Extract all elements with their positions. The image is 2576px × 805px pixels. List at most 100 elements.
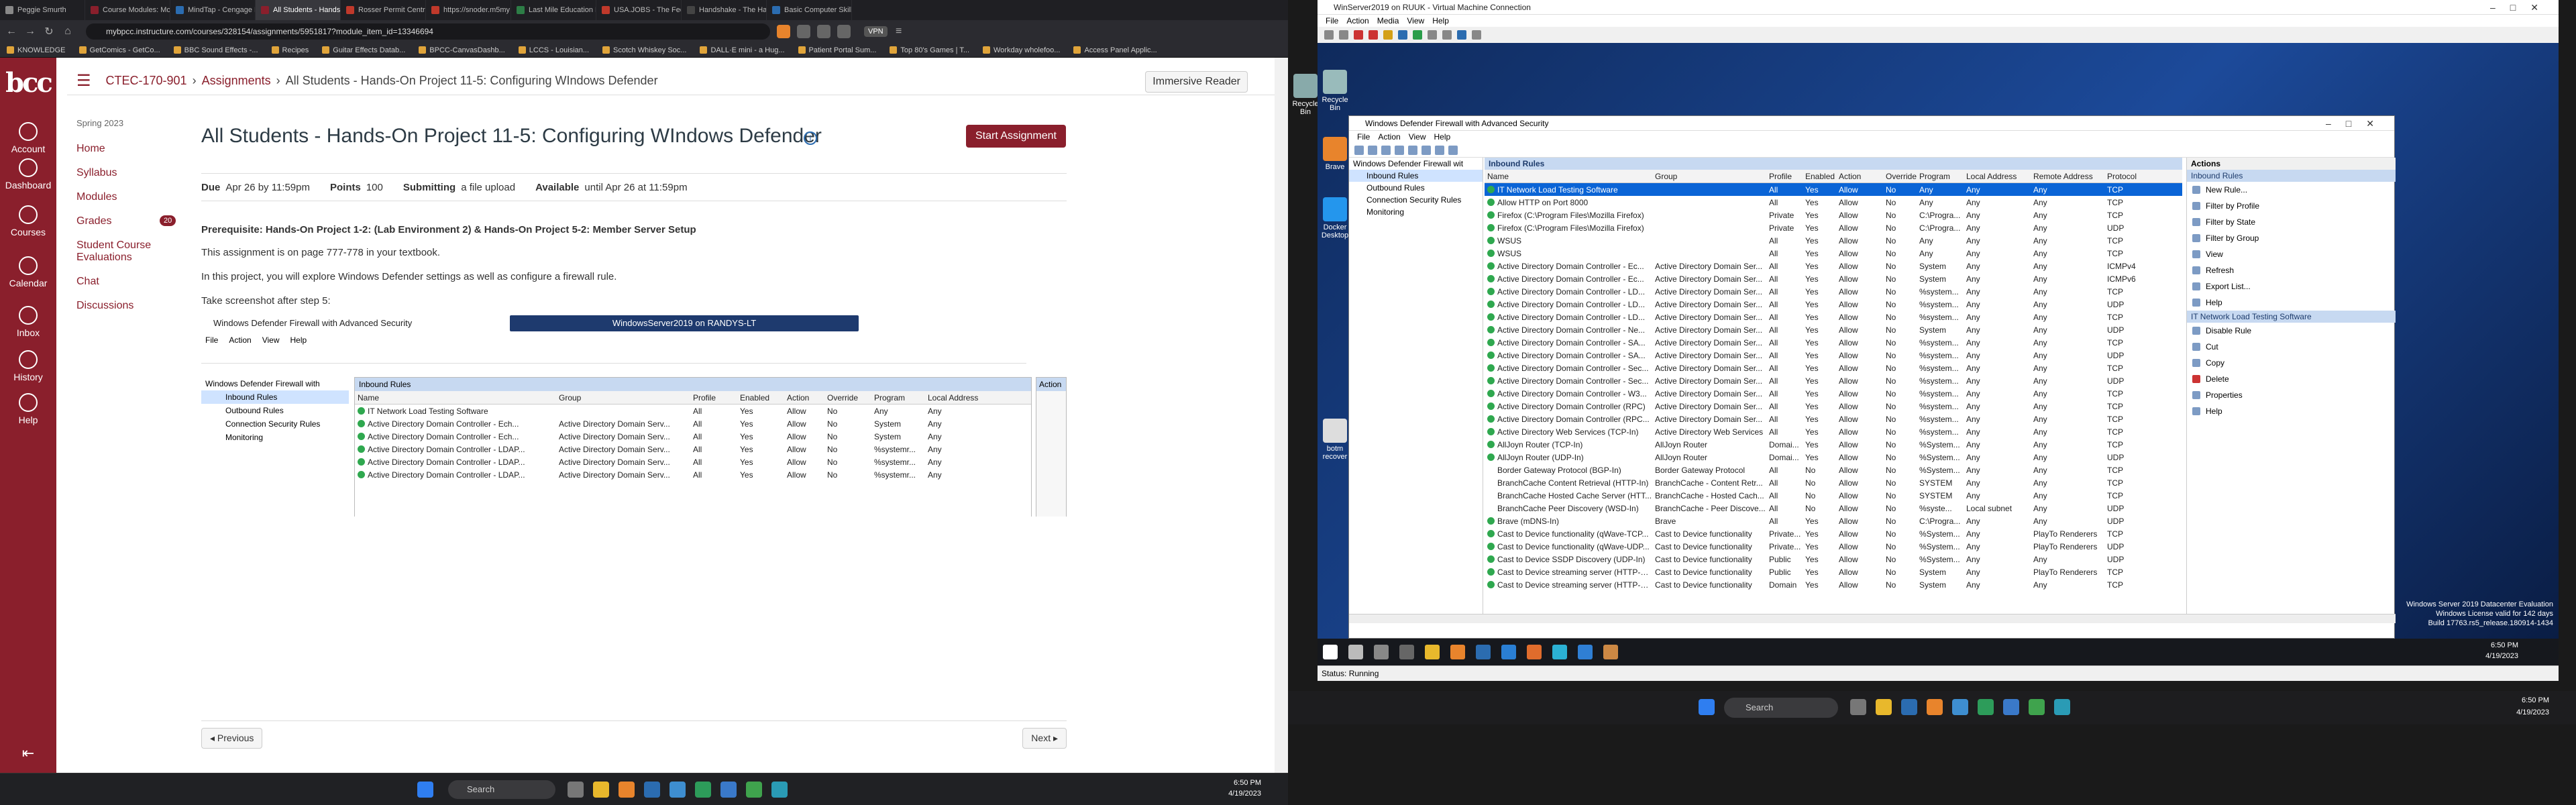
column-header[interactable]: Profile — [690, 393, 737, 402]
turn-off-icon[interactable] — [1354, 30, 1363, 40]
action-item[interactable]: Properties — [2187, 387, 2396, 403]
table-row[interactable]: Active Directory Domain Controller - Sec… — [1485, 374, 2182, 387]
actions-section-inbound[interactable]: Inbound Rules — [2187, 170, 2396, 182]
table-row[interactable]: BranchCache Hosted Cache Server (HTT... B… — [1485, 489, 2182, 502]
action-item[interactable]: Disable Rule — [2187, 323, 2396, 339]
file-explorer-icon[interactable] — [1876, 699, 1892, 715]
action-item[interactable]: View — [2187, 246, 2396, 262]
table-row[interactable]: AllJoyn Router (UDP-In) AllJoyn Router Dom… — [1485, 451, 2182, 464]
task-view-icon[interactable] — [1850, 699, 1866, 715]
guest-search-icon[interactable] — [1348, 645, 1363, 659]
bookmark-item[interactable]: Guitar Effects Datab... — [322, 46, 405, 54]
global-nav-help[interactable]: Help — [0, 393, 56, 425]
app-icon-1[interactable] — [1978, 699, 1994, 715]
table-row[interactable]: Active Directory Domain Controller - LDA… — [355, 443, 1031, 455]
vm-menu-item[interactable]: Media — [1377, 16, 1399, 25]
vpn-button[interactable]: VPN — [864, 26, 888, 37]
browser-tab[interactable]: Handshake - The Handsh — [682, 0, 767, 20]
bookmark-item[interactable]: Access Panel Applic... — [1073, 46, 1157, 54]
home-icon[interactable]: ⌂ — [60, 25, 75, 38]
bookmark-item[interactable]: Top 80's Games | T... — [890, 46, 969, 54]
taskbar-search[interactable]: Search — [448, 780, 555, 799]
show-hide-tree-icon[interactable] — [1395, 145, 1404, 155]
vm-menu-item[interactable]: Action — [1346, 16, 1368, 25]
guest-clock-time[interactable]: 6:50 PM — [2491, 641, 2518, 649]
action-item[interactable]: Filter by Group — [2187, 230, 2396, 246]
column-header[interactable]: Name — [1485, 172, 1652, 181]
course-nav-chat[interactable]: Chat — [76, 276, 191, 288]
embedded-menu-item[interactable]: View — [262, 335, 280, 345]
guest-brave-icon[interactable] — [1450, 645, 1465, 659]
global-nav-inbox[interactable]: Inbox — [0, 306, 56, 338]
firewall-menu-item[interactable]: View — [1409, 132, 1426, 142]
column-header[interactable]: Protocol — [2104, 172, 2145, 181]
column-header[interactable]: Action — [1836, 172, 1883, 181]
vm-menu-item[interactable]: Help — [1432, 16, 1449, 25]
table-row[interactable]: Active Directory Domain Controller - Ech… — [355, 430, 1031, 443]
action-item[interactable]: Copy — [2187, 355, 2396, 371]
table-row[interactable]: Active Directory Domain Controller (RPC.… — [1485, 413, 2182, 425]
reset-icon[interactable] — [1413, 30, 1422, 40]
browser-tab[interactable]: Rosser Permit Centr — [341, 0, 426, 20]
table-row[interactable]: Brave (mDNS-In) Brave All Yes Allow No C:\Prog… — [1485, 515, 2182, 527]
table-row[interactable]: Cast to Device functionality (qWave-UDP.… — [1485, 540, 2182, 553]
file-explorer-icon[interactable] — [593, 782, 609, 798]
next-button[interactable]: Next ▸ — [1022, 728, 1067, 749]
outlook-icon[interactable] — [1901, 699, 1917, 715]
bookmark-item[interactable]: Workday wholefoo... — [983, 46, 1060, 54]
tree-item[interactable]: Monitoring — [1349, 206, 1483, 218]
action-item[interactable]: Help — [2187, 403, 2396, 419]
bookmark-item[interactable]: BPCC-CanvasDashb... — [419, 46, 505, 54]
table-row[interactable]: BranchCache Content Retrieval (HTTP-In) B… — [1485, 476, 2182, 489]
table-row[interactable]: Active Directory Domain Controller - SA.… — [1485, 349, 2182, 362]
horizontal-scrollbar[interactable] — [1349, 614, 2396, 623]
table-row[interactable]: Cast to Device functionality (qWave-TCP.… — [1485, 527, 2182, 540]
bookmark-item[interactable]: Scotch Whiskey Soc... — [602, 46, 686, 54]
action-item[interactable]: Cut — [2187, 339, 2396, 355]
browser-tab[interactable]: MindTap - Cengage Lea — [170, 0, 256, 20]
breadcrumb-course[interactable]: CTEC-170-901 — [106, 74, 187, 88]
column-header[interactable]: Override — [1883, 172, 1917, 181]
bookmark-item[interactable]: Recipes — [271, 46, 309, 54]
column-header[interactable]: Profile — [1766, 172, 1803, 181]
guest-server-manager-icon[interactable] — [1476, 645, 1491, 659]
start-icon[interactable] — [417, 782, 433, 798]
forward-icon[interactable] — [1368, 145, 1377, 155]
brave-taskbar-icon[interactable] — [619, 782, 635, 798]
embedded-tree-item[interactable]: Windows Defender Firewall with — [201, 377, 349, 390]
menu-icon[interactable]: ≡ — [892, 25, 906, 38]
vm-menu-item[interactable]: File — [1326, 16, 1338, 25]
bookmark-item[interactable]: DALL·E mini - a Hug... — [700, 46, 785, 54]
bookmark-item[interactable]: GetComics - GetCo... — [78, 46, 160, 54]
column-header[interactable]: Program — [871, 393, 925, 402]
app-icon-4[interactable] — [2054, 699, 2070, 715]
guest-app-icon-4[interactable] — [1578, 645, 1593, 659]
brave-shield-icon[interactable] — [777, 25, 790, 38]
breadcrumb-assignments[interactable]: Assignments — [202, 74, 271, 88]
course-nav-evaluations[interactable]: Student Course Evaluations — [76, 239, 191, 264]
brave-taskbar-icon[interactable] — [1927, 699, 1943, 715]
column-header[interactable]: Action — [784, 393, 824, 402]
collapse-nav-icon[interactable]: ⇤ — [0, 745, 56, 762]
global-nav-dashboard[interactable]: Dashboard — [0, 158, 56, 191]
embedded-tree-item[interactable]: Inbound Rules — [201, 390, 349, 404]
guest-recycle-bin[interactable]: Recycle Bin — [1318, 70, 1352, 112]
guest-firewall-taskbar-icon[interactable] — [1603, 645, 1618, 659]
checkpoint-icon[interactable] — [1428, 30, 1437, 40]
action-item[interactable]: Export List... — [2187, 278, 2396, 294]
table-row[interactable]: Active Directory Domain Controller - W3.… — [1485, 387, 2182, 400]
course-nav-discussions[interactable]: Discussions — [76, 300, 191, 312]
guest-botm[interactable]: botm recover — [1318, 419, 1352, 461]
share-icon[interactable] — [1472, 30, 1481, 40]
embedded-menu-item[interactable]: Help — [290, 335, 307, 345]
global-nav-account[interactable]: Account — [0, 122, 56, 154]
global-nav-courses[interactable]: Courses — [0, 205, 56, 237]
action-item[interactable]: Filter by Profile — [2187, 198, 2396, 214]
guest-start-icon[interactable] — [1323, 645, 1338, 659]
table-row[interactable]: Cast to Device streaming server (HTTP-St… — [1485, 566, 2182, 578]
app-icon-3[interactable] — [2029, 699, 2045, 715]
url-input[interactable]: mybpcc.instructure.com/courses/328154/as… — [86, 23, 770, 40]
global-nav-history[interactable]: History — [0, 350, 56, 382]
table-row[interactable]: WSUS All Yes Allow No Any Any Any TCP — [1485, 234, 2182, 247]
tree-item[interactable]: Windows Defender Firewall wit — [1349, 158, 1483, 170]
